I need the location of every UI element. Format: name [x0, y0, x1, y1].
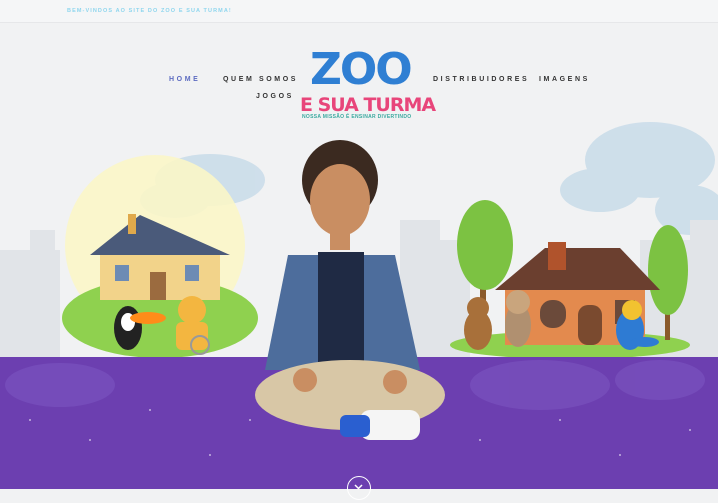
nav-imagens[interactable]: IMAGENS — [539, 76, 590, 83]
bear-character — [464, 297, 492, 350]
scroll-down-button[interactable] — [347, 476, 371, 500]
nav-distribuidores[interactable]: DISTRIBUIDORES — [433, 76, 529, 83]
site-logo[interactable]: ZOO E SUA TURMA NOSSA MISSÃO É ENSINAR D… — [296, 44, 436, 126]
nav-quem-somos[interactable]: QUEM SOMOS — [223, 76, 298, 83]
nav-home[interactable]: HOME — [169, 76, 200, 83]
chevron-down-icon — [354, 484, 363, 490]
logo-tagline: NOSSA MISSÃO É ENSINAR DIVERTINDO — [302, 114, 412, 120]
logo-title: ZOO — [310, 44, 413, 95]
logo-subtitle: E SUA TURMA — [300, 94, 436, 116]
raccoon-character — [505, 290, 531, 347]
nav-jogos[interactable]: JOGOS — [256, 93, 294, 100]
tiger-character — [176, 296, 210, 355]
